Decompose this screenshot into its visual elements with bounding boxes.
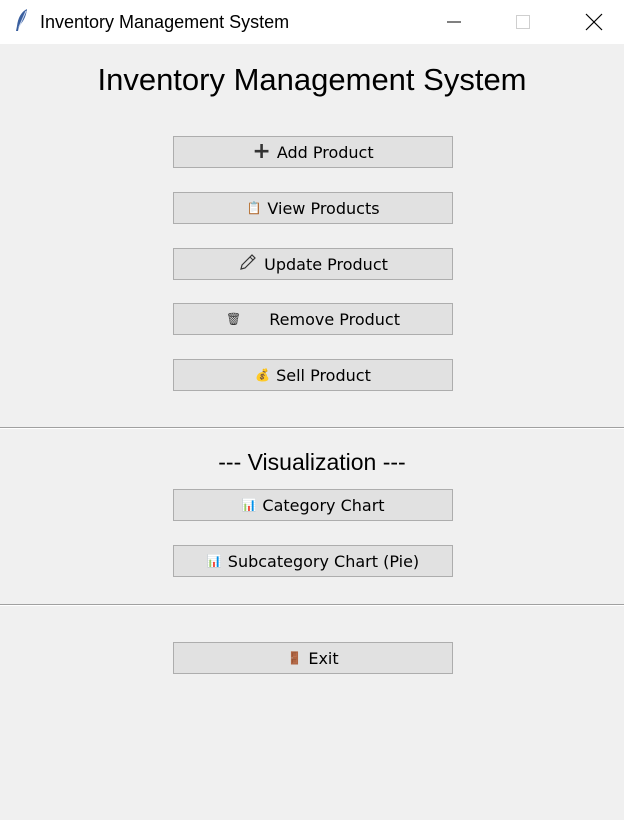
maximize-button[interactable]: [495, 0, 551, 44]
add-product-button[interactable]: + Add Product: [173, 136, 453, 168]
feather-icon: [14, 8, 30, 32]
pencil-icon: [238, 252, 258, 276]
window-title: Inventory Management System: [40, 12, 290, 32]
close-button[interactable]: [566, 0, 622, 44]
plus-icon: +: [252, 139, 271, 164]
visualization-heading: --- Visualization ---: [218, 449, 406, 475]
bar-chart-icon: 📊: [241, 498, 257, 512]
remove-product-label: Remove Product: [269, 309, 400, 329]
close-icon: [585, 13, 603, 31]
view-products-label: View Products: [267, 198, 380, 218]
update-product-button[interactable]: Update Product: [173, 248, 453, 280]
sell-product-button[interactable]: 💰 Sell Product: [173, 359, 453, 391]
minimize-icon: [447, 21, 461, 23]
separator: [0, 427, 624, 429]
window-titlebar: Inventory Management System: [0, 0, 624, 44]
bar-chart-icon: 📊: [206, 554, 222, 568]
minimize-button[interactable]: [426, 0, 482, 44]
subcategory-chart-label: Subcategory Chart (Pie): [227, 551, 420, 571]
page-title: Inventory Management System: [97, 62, 527, 97]
exit-label: Exit: [308, 648, 339, 668]
money-bag-icon: 💰: [255, 368, 271, 382]
separator: [0, 604, 624, 606]
trash-icon: 🗑: [226, 312, 242, 326]
door-icon: 🚪: [287, 651, 303, 665]
remove-product-button[interactable]: 🗑 Remove Product: [173, 303, 453, 335]
category-chart-button[interactable]: 📊 Category Chart: [173, 489, 453, 521]
subcategory-chart-button[interactable]: 📊 Subcategory Chart (Pie): [173, 545, 453, 577]
view-products-button[interactable]: 📋 View Products: [173, 192, 453, 224]
clipboard-icon: 📋: [246, 201, 262, 215]
add-product-label: Add Product: [276, 142, 374, 162]
sell-product-label: Sell Product: [276, 365, 371, 385]
maximize-icon: [516, 15, 530, 29]
category-chart-label: Category Chart: [262, 495, 385, 515]
exit-button[interactable]: 🚪 Exit: [173, 642, 453, 674]
update-product-label: Update Product: [264, 254, 388, 274]
